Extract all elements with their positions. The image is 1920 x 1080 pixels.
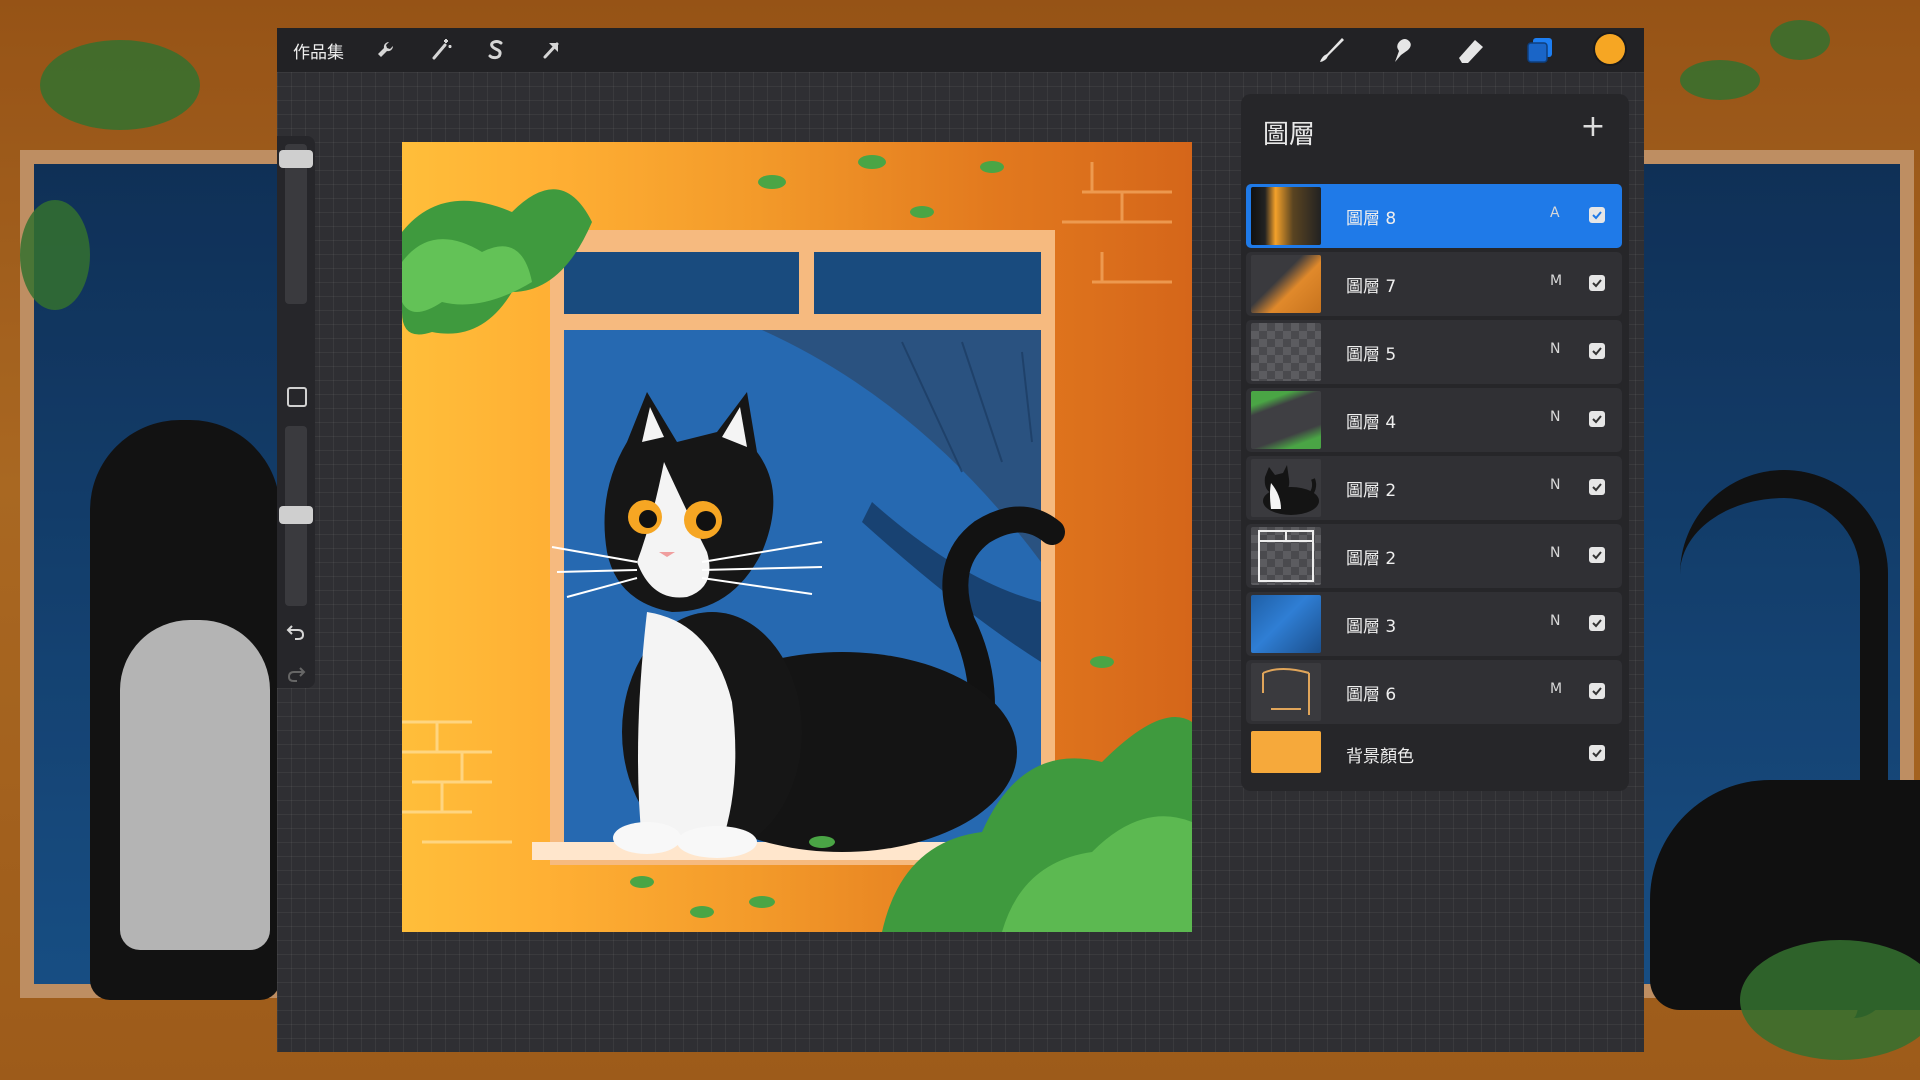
canvas-artwork[interactable]: [402, 142, 1192, 932]
layer-name: 圖層 5: [1346, 345, 1397, 365]
visibility-checkbox[interactable]: [1589, 547, 1605, 563]
layer-row[interactable]: 圖層 3 N: [1246, 592, 1622, 656]
layer-row[interactable]: 圖層 6 M: [1246, 660, 1622, 724]
layer-thumbnail: [1251, 255, 1321, 313]
blend-mode-button[interactable]: M: [1550, 681, 1562, 697]
layer-row[interactable]: 圖層 2 N: [1246, 524, 1622, 588]
wrench-icon[interactable]: [370, 34, 402, 66]
visibility-checkbox[interactable]: [1589, 683, 1605, 699]
layer-thumbnail: [1251, 187, 1321, 245]
blend-mode-button[interactable]: N: [1550, 613, 1560, 629]
layer-name: 圖層 3: [1346, 617, 1397, 637]
blend-mode-button[interactable]: N: [1550, 409, 1560, 425]
eraser-icon[interactable]: [1453, 32, 1489, 68]
blend-mode-button[interactable]: A: [1550, 205, 1560, 221]
brush-size-slider-handle[interactable]: [279, 150, 313, 168]
layer-name: 圖層 7: [1346, 277, 1397, 297]
layer-thumbnail: [1251, 391, 1321, 449]
modify-square-icon[interactable]: [287, 387, 307, 407]
left-sidebar: [277, 136, 315, 688]
layer-row[interactable]: 圖層 5 N: [1246, 320, 1622, 384]
layer-thumbnail: [1251, 323, 1321, 381]
visibility-checkbox[interactable]: [1589, 745, 1605, 761]
redo-icon[interactable]: [285, 662, 307, 684]
blend-mode-button[interactable]: N: [1550, 341, 1560, 357]
visibility-checkbox[interactable]: [1589, 479, 1605, 495]
visibility-checkbox[interactable]: [1589, 275, 1605, 291]
gallery-button[interactable]: 作品集: [293, 38, 344, 63]
selection-icon[interactable]: [480, 34, 512, 66]
layer-thumbnail: [1251, 663, 1321, 721]
visibility-checkbox[interactable]: [1589, 207, 1605, 223]
layers-panel: 圖層 + 圖層 8 A 圖層 7 M 圖層 5 N 圖層 4 N 圖層 2 N …: [1241, 94, 1629, 791]
magic-wand-icon[interactable]: [425, 34, 457, 66]
opacity-slider-handle[interactable]: [279, 506, 313, 524]
background-color-swatch[interactable]: [1251, 731, 1321, 773]
layer-name: 背景顏色: [1346, 747, 1414, 767]
layer-thumbnail: [1251, 595, 1321, 653]
procreate-window: 作品集 圖層 + 圖層 8 A 圖層 7 M 圖層 5 N 圖層 4 N 圖層 …: [277, 28, 1644, 1052]
undo-icon[interactable]: [285, 620, 307, 642]
visibility-checkbox[interactable]: [1589, 343, 1605, 359]
blend-mode-button[interactable]: N: [1550, 477, 1560, 493]
layer-row[interactable]: 圖層 7 M: [1246, 252, 1622, 316]
visibility-checkbox[interactable]: [1589, 615, 1605, 631]
layer-thumbnail: [1251, 459, 1321, 517]
layer-row[interactable]: 圖層 4 N: [1246, 388, 1622, 452]
brush-icon[interactable]: [1313, 32, 1349, 68]
blend-mode-button[interactable]: N: [1550, 545, 1560, 561]
layer-name: 圖層 4: [1346, 413, 1397, 433]
layers-icon[interactable]: [1522, 32, 1558, 68]
smudge-icon[interactable]: [1383, 32, 1419, 68]
layer-name: 圖層 8: [1346, 209, 1397, 229]
layer-row[interactable]: 圖層 2 N: [1246, 456, 1622, 520]
layer-row[interactable]: 圖層 8 A: [1246, 184, 1622, 248]
layer-name: 圖層 6: [1346, 685, 1397, 705]
plus-icon[interactable]: +: [1578, 112, 1608, 142]
visibility-checkbox[interactable]: [1589, 411, 1605, 427]
brush-size-slider-track[interactable]: [285, 144, 307, 304]
layer-name: 圖層 2: [1346, 549, 1397, 569]
layer-name: 圖層 2: [1346, 481, 1397, 501]
layer-thumbnail: [1251, 527, 1321, 585]
transform-arrow-icon[interactable]: [535, 34, 567, 66]
layers-panel-title: 圖層: [1263, 120, 1316, 150]
color-picker-button[interactable]: [1595, 34, 1625, 64]
top-toolbar: 作品集: [277, 28, 1644, 72]
blend-mode-button[interactable]: M: [1550, 273, 1562, 289]
background-color-layer[interactable]: 背景顏色: [1246, 728, 1622, 782]
